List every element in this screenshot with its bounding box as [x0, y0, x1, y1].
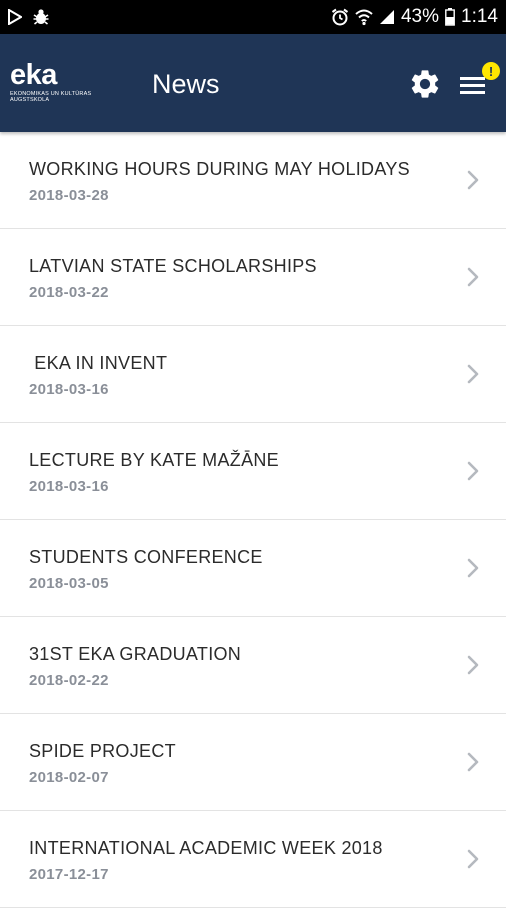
news-date: 2018-03-16 — [29, 381, 109, 398]
notification-badge: ! — [482, 62, 500, 80]
news-title: LATVIAN STATE SCHOLARSHIPS — [29, 256, 317, 276]
news-date: 2018-03-05 — [29, 575, 109, 592]
news-date: 2018-02-07 — [29, 769, 109, 786]
news-date: 2018-03-22 — [29, 284, 109, 301]
eka-logo: eka EKONOMIKAS UN KULTŪRAS AUGSTSKOLA — [10, 60, 102, 103]
news-title: STUDENTS CONFERENCE — [29, 547, 263, 567]
status-bar-left — [8, 8, 50, 26]
chevron-right-icon — [467, 170, 479, 190]
clock: 1:14 — [461, 6, 498, 27]
battery-percent: 43% — [400, 6, 440, 27]
chevron-right-icon — [467, 461, 479, 481]
chevron-right-icon — [467, 267, 479, 287]
chevron-right-icon — [467, 849, 479, 869]
news-title: INTERNATIONAL ACADEMIC WEEK 2018 — [29, 838, 383, 858]
news-title: SPIDE PROJECT — [29, 741, 176, 761]
news-item[interactable]: LATVIAN STATE SCHOLARSHIPS 2018-03-22 — [0, 229, 506, 326]
page-title: News — [152, 69, 220, 99]
chevron-right-icon — [467, 558, 479, 578]
wifi-icon — [355, 8, 373, 26]
alarm-icon — [331, 8, 349, 26]
battery-icon — [445, 8, 455, 26]
signal-icon — [379, 9, 395, 25]
news-item[interactable]: EKA IN INVENT 2018-03-16 — [0, 326, 506, 423]
news-item[interactable]: STUDENTS CONFERENCE 2018-03-05 — [0, 520, 506, 617]
news-date: 2018-03-16 — [29, 478, 109, 495]
status-bar: 43% 1:14 — [0, 0, 506, 34]
gear-icon — [411, 70, 439, 98]
status-bar-right: 43% 1:14 — [331, 6, 498, 28]
news-item[interactable]: 31ST EKA GRADUATION 2018-02-22 — [0, 617, 506, 714]
chevron-right-icon — [467, 752, 479, 772]
app-header: eka EKONOMIKAS UN KULTŪRAS AUGSTSKOLA Ne… — [0, 34, 506, 132]
news-date: 2017-12-17 — [29, 866, 109, 883]
bug-icon — [32, 8, 50, 26]
settings-button[interactable] — [408, 67, 442, 101]
logo-wordmark: eka — [10, 59, 57, 91]
news-item[interactable]: LECTURE BY KATE MAŽĀNE 2018-03-16 — [0, 423, 506, 520]
play-store-icon — [8, 9, 22, 25]
news-item[interactable]: SPIDE PROJECT 2018-02-07 — [0, 714, 506, 811]
news-date: 2018-02-22 — [29, 672, 109, 689]
news-item[interactable]: WORKING HOURS DURING MAY HOLIDAYS 2018-03… — [0, 132, 506, 229]
news-item[interactable]: INTERNATIONAL ACADEMIC WEEK 2018 2017-12-… — [0, 811, 506, 908]
chevron-right-icon — [467, 655, 479, 675]
news-title: LECTURE BY KATE MAŽĀNE — [29, 450, 279, 470]
news-title: EKA IN INVENT — [29, 353, 168, 373]
chevron-right-icon — [467, 364, 479, 384]
news-date: 2018-03-28 — [29, 187, 109, 204]
news-title: WORKING HOURS DURING MAY HOLIDAYS — [29, 159, 410, 179]
menu-button[interactable]: ! — [456, 62, 500, 104]
logo-subtext: EKONOMIKAS UN KULTŪRAS AUGSTSKOLA — [10, 91, 92, 103]
news-list: WORKING HOURS DURING MAY HOLIDAYS 2018-03… — [0, 132, 506, 908]
news-title: 31ST EKA GRADUATION — [29, 644, 242, 664]
